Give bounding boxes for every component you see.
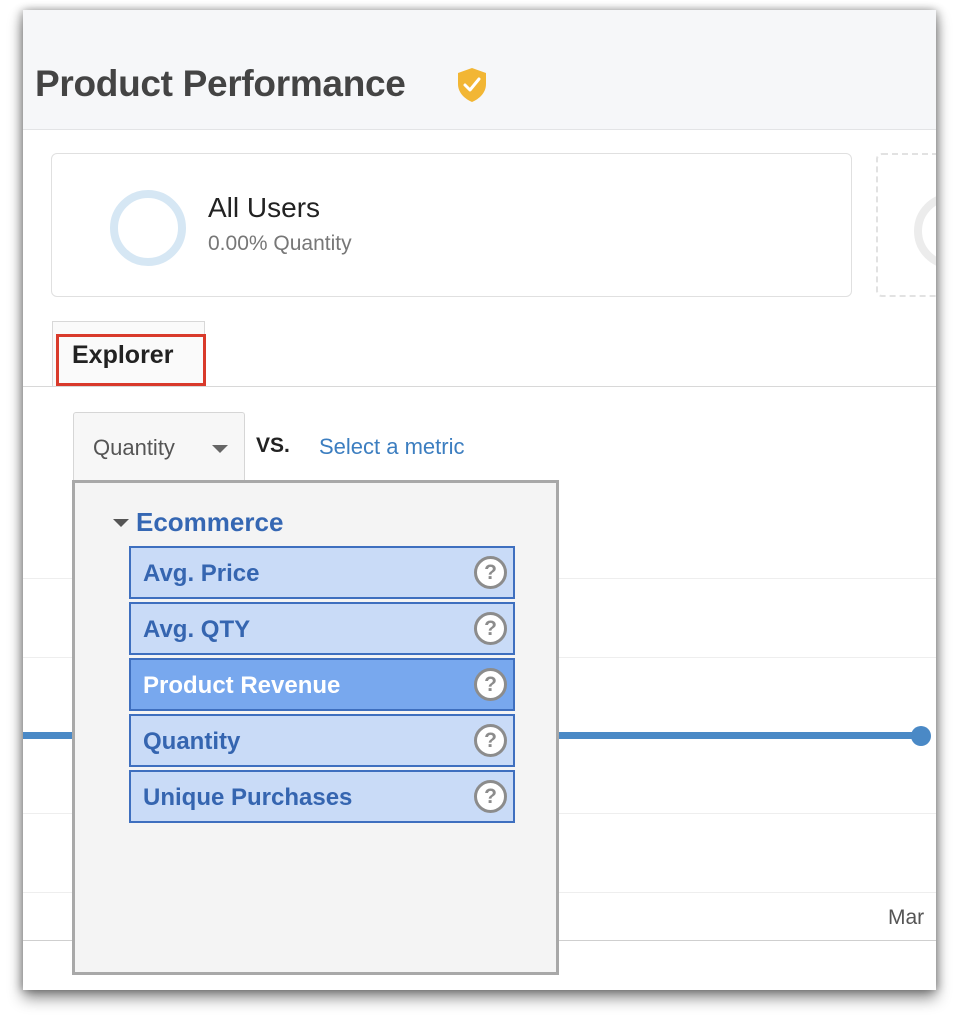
vs-label: VS. [256,434,290,457]
segment-placeholder-ring-icon [914,193,936,269]
metric-group-label: Ecommerce [136,507,284,537]
caret-down-icon [113,518,129,527]
metric-option-product-revenue[interactable]: Product Revenue ? [129,658,515,711]
metric-option-avg-qty[interactable]: Avg. QTY ? [129,602,515,655]
tabs-divider [23,386,936,387]
select-compare-metric-link[interactable]: Select a metric [319,434,465,460]
segment-ring-icon [110,190,186,266]
metric-option-quantity[interactable]: Quantity ? [129,714,515,767]
metric-group-ecommerce[interactable]: Ecommerce [113,507,283,538]
metric-option-label: Product Revenue [143,672,341,699]
add-segment-placeholder[interactable] [876,153,936,297]
help-icon[interactable]: ? [474,556,507,589]
primary-metric-select[interactable]: Quantity [73,412,245,482]
segment-card-all-users[interactable]: All Users 0.00% Quantity [51,153,852,297]
metric-option-label: Avg. Price [143,560,260,587]
report-window: Product Performance All Users 0.00% Quan… [23,10,936,990]
metric-option-label: Unique Purchases [143,784,353,811]
primary-metric-value: Quantity [93,435,175,460]
metric-option-avg-price[interactable]: Avg. Price ? [129,546,515,599]
help-icon[interactable]: ? [474,724,507,757]
metric-option-label: Avg. QTY [143,616,251,643]
metric-dropdown: Ecommerce Avg. Price ? Avg. QTY ? Produc… [72,480,559,975]
report-header: Product Performance [23,10,936,130]
x-tick-label: Mar [888,906,925,929]
metric-option-unique-purchases[interactable]: Unique Purchases ? [129,770,515,823]
segment-name: All Users [208,192,321,223]
caret-down-icon [212,445,228,453]
page-title: Product Performance [35,63,406,104]
tab-explorer-label: Explorer [72,341,174,369]
help-icon[interactable]: ? [474,668,507,701]
metric-option-label: Quantity [143,728,241,755]
data-point[interactable] [911,726,931,746]
help-icon[interactable]: ? [474,612,507,645]
help-icon[interactable]: ? [474,780,507,813]
verified-shield-check-icon [458,68,486,102]
segment-metric: 0.00% Quantity [208,232,352,255]
